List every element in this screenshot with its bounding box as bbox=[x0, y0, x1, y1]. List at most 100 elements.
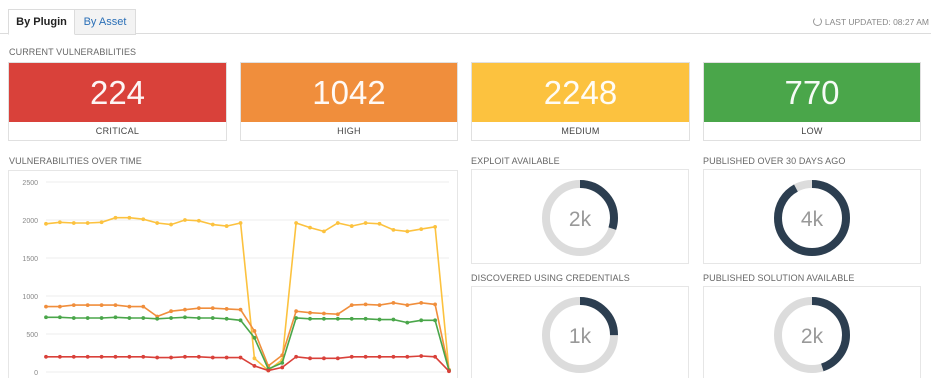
data-point[interactable] bbox=[349, 354, 354, 359]
data-point[interactable] bbox=[252, 356, 257, 361]
data-point[interactable] bbox=[155, 355, 160, 360]
data-point[interactable] bbox=[308, 225, 312, 230]
data-point[interactable] bbox=[349, 224, 354, 228]
data-point[interactable] bbox=[433, 302, 438, 307]
data-point[interactable] bbox=[280, 365, 285, 370]
data-point[interactable] bbox=[85, 303, 90, 308]
data-point[interactable] bbox=[349, 316, 354, 321]
data-point[interactable] bbox=[405, 320, 410, 325]
data-point[interactable] bbox=[57, 315, 62, 320]
data-point[interactable] bbox=[252, 364, 257, 368]
data-point[interactable] bbox=[322, 316, 326, 321]
data-point[interactable] bbox=[85, 354, 90, 359]
data-point[interactable] bbox=[294, 354, 299, 359]
data-point[interactable] bbox=[377, 221, 382, 226]
data-point[interactable] bbox=[447, 369, 451, 374]
data-point[interactable] bbox=[405, 303, 410, 308]
data-point[interactable] bbox=[294, 221, 299, 225]
data-point[interactable] bbox=[322, 356, 326, 361]
published-over-30-days-panel[interactable]: 4k bbox=[703, 169, 921, 264]
data-point[interactable] bbox=[252, 335, 257, 340]
data-point[interactable] bbox=[405, 354, 410, 359]
data-point[interactable] bbox=[127, 215, 132, 220]
data-point[interactable] bbox=[71, 316, 76, 320]
data-point[interactable] bbox=[363, 354, 368, 359]
data-point[interactable] bbox=[210, 306, 215, 311]
data-point[interactable] bbox=[419, 300, 424, 305]
data-point[interactable] bbox=[224, 316, 229, 321]
data-point[interactable] bbox=[335, 312, 340, 317]
tab-by-plugin[interactable]: By Plugin bbox=[8, 9, 75, 35]
data-point[interactable] bbox=[127, 304, 132, 309]
data-point[interactable] bbox=[433, 318, 438, 323]
refresh-icon[interactable] bbox=[812, 17, 822, 26]
data-point[interactable] bbox=[391, 300, 396, 305]
data-point[interactable] bbox=[183, 354, 187, 359]
data-point[interactable] bbox=[57, 354, 62, 359]
data-point[interactable] bbox=[99, 316, 104, 320]
data-point[interactable] bbox=[183, 218, 187, 222]
data-point[interactable] bbox=[210, 316, 215, 320]
published-solution-available-panel[interactable]: 2k bbox=[703, 286, 921, 378]
data-point[interactable] bbox=[71, 221, 76, 225]
data-point[interactable] bbox=[377, 354, 382, 359]
data-point[interactable] bbox=[405, 229, 410, 234]
data-point[interactable] bbox=[252, 329, 257, 333]
tab-by-asset[interactable]: By Asset bbox=[75, 9, 136, 35]
data-point[interactable] bbox=[169, 355, 173, 360]
data-point[interactable] bbox=[71, 354, 76, 359]
data-point[interactable] bbox=[113, 303, 118, 308]
data-point[interactable] bbox=[169, 309, 173, 314]
data-point[interactable] bbox=[44, 315, 48, 320]
data-point[interactable] bbox=[419, 227, 424, 232]
data-point[interactable] bbox=[224, 307, 229, 311]
data-point[interactable] bbox=[377, 317, 382, 322]
data-point[interactable] bbox=[196, 316, 201, 320]
data-point[interactable] bbox=[363, 316, 368, 321]
data-point[interactable] bbox=[294, 309, 299, 314]
data-point[interactable] bbox=[169, 222, 173, 227]
data-point[interactable] bbox=[196, 354, 201, 359]
data-point[interactable] bbox=[127, 354, 132, 359]
data-point[interactable] bbox=[141, 217, 146, 222]
discovered-using-credentials-panel[interactable]: 1k bbox=[471, 286, 689, 378]
data-point[interactable] bbox=[44, 221, 48, 226]
data-point[interactable] bbox=[308, 356, 312, 361]
data-point[interactable] bbox=[433, 224, 438, 229]
data-point[interactable] bbox=[433, 354, 438, 359]
data-point[interactable] bbox=[224, 355, 229, 360]
data-point[interactable] bbox=[155, 221, 160, 225]
data-point[interactable] bbox=[335, 221, 340, 225]
data-point[interactable] bbox=[349, 303, 354, 308]
data-point[interactable] bbox=[210, 222, 215, 227]
data-point[interactable] bbox=[196, 306, 201, 311]
data-point[interactable] bbox=[44, 304, 48, 309]
data-point[interactable] bbox=[391, 354, 396, 359]
data-point[interactable] bbox=[57, 220, 62, 225]
data-point[interactable] bbox=[322, 311, 326, 316]
data-point[interactable] bbox=[113, 315, 118, 320]
data-point[interactable] bbox=[391, 227, 396, 232]
data-point[interactable] bbox=[391, 317, 396, 322]
data-point[interactable] bbox=[141, 354, 146, 359]
data-point[interactable] bbox=[44, 354, 48, 359]
critical-card[interactable]: 224 CRITICAL bbox=[8, 62, 227, 141]
data-point[interactable] bbox=[99, 354, 104, 359]
data-point[interactable] bbox=[85, 316, 90, 320]
medium-card[interactable]: 2248 MEDIUM bbox=[471, 62, 690, 141]
data-point[interactable] bbox=[183, 307, 187, 312]
data-point[interactable] bbox=[57, 304, 62, 309]
data-point[interactable] bbox=[238, 221, 243, 225]
data-point[interactable] bbox=[335, 316, 340, 321]
data-point[interactable] bbox=[419, 354, 424, 358]
data-point[interactable] bbox=[99, 303, 104, 308]
data-point[interactable] bbox=[169, 316, 173, 320]
data-point[interactable] bbox=[141, 304, 146, 309]
data-point[interactable] bbox=[363, 302, 368, 307]
data-point[interactable] bbox=[238, 355, 243, 360]
data-point[interactable] bbox=[183, 315, 187, 320]
data-point[interactable] bbox=[238, 318, 243, 323]
data-point[interactable] bbox=[113, 354, 118, 359]
data-point[interactable] bbox=[71, 303, 76, 308]
exploit-available-panel[interactable]: 2k bbox=[471, 169, 689, 264]
